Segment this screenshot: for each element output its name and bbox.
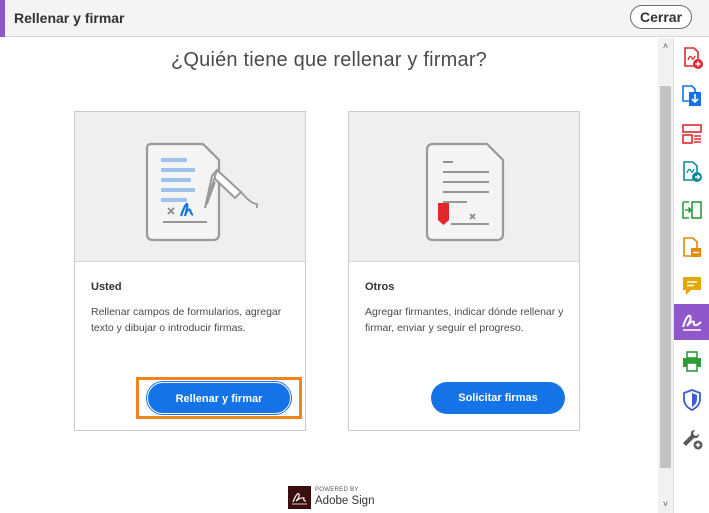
card-self-title: Usted — [91, 281, 122, 293]
scroll-up-icon[interactable]: ˄ — [658, 38, 673, 54]
fill-and-sign-document-icon — [145, 142, 258, 242]
card-self: Usted Rellenar campos de formularios, ag… — [74, 111, 306, 431]
card-others-title: Otros — [365, 281, 395, 293]
header-accent-bar — [0, 0, 5, 37]
panel-title: Rellenar y firmar — [14, 10, 125, 26]
card-others-illustration — [349, 112, 579, 262]
fill-and-sign-button[interactable]: Rellenar y firmar — [147, 382, 291, 414]
more-tools-icon[interactable] — [680, 427, 704, 451]
export-pdf-icon[interactable] — [680, 84, 704, 108]
scroll-down-icon[interactable]: ˅ — [658, 496, 673, 512]
fill-and-sign-icon[interactable] — [680, 310, 704, 334]
scroll-thumb[interactable] — [660, 86, 671, 468]
create-pdf-icon[interactable] — [680, 46, 704, 70]
tools-rail — [673, 38, 709, 513]
comment-icon[interactable] — [680, 274, 704, 298]
combine-files-icon[interactable] — [680, 236, 704, 260]
panel-header: Rellenar y firmar Cerrar — [0, 0, 709, 37]
card-self-illustration — [75, 112, 305, 262]
request-signatures-button[interactable]: Solicitar firmas — [431, 382, 565, 414]
edit-pdf-icon[interactable] — [680, 160, 704, 184]
compare-files-icon[interactable] — [680, 198, 704, 222]
protect-icon[interactable] — [680, 388, 704, 412]
card-self-description: Rellenar campos de formularios, agregar … — [91, 306, 282, 334]
brand-name: Adobe Sign — [315, 495, 375, 507]
request-signature-document-icon — [425, 142, 505, 242]
page-question: ¿Quién tiene que rellenar y firmar? — [170, 49, 488, 71]
powered-by-label: POWERED BY — [315, 487, 359, 493]
adobe-sign-logo-icon — [288, 486, 311, 509]
card-others: Otros Agregar firmantes, indicar dónde r… — [348, 111, 580, 431]
card-others-description: Agregar firmantes, indicar dónde rellena… — [365, 306, 564, 334]
main-content: ¿Quién tiene que rellenar y firmar? Uste… — [0, 38, 658, 513]
print-production-icon[interactable] — [680, 350, 704, 374]
close-button[interactable]: Cerrar — [630, 5, 692, 29]
vertical-scrollbar[interactable]: ˄ ˅ — [658, 38, 673, 513]
organize-pages-icon[interactable] — [680, 122, 704, 146]
powered-by-adobe-sign: POWERED BY Adobe Sign — [288, 486, 378, 510]
